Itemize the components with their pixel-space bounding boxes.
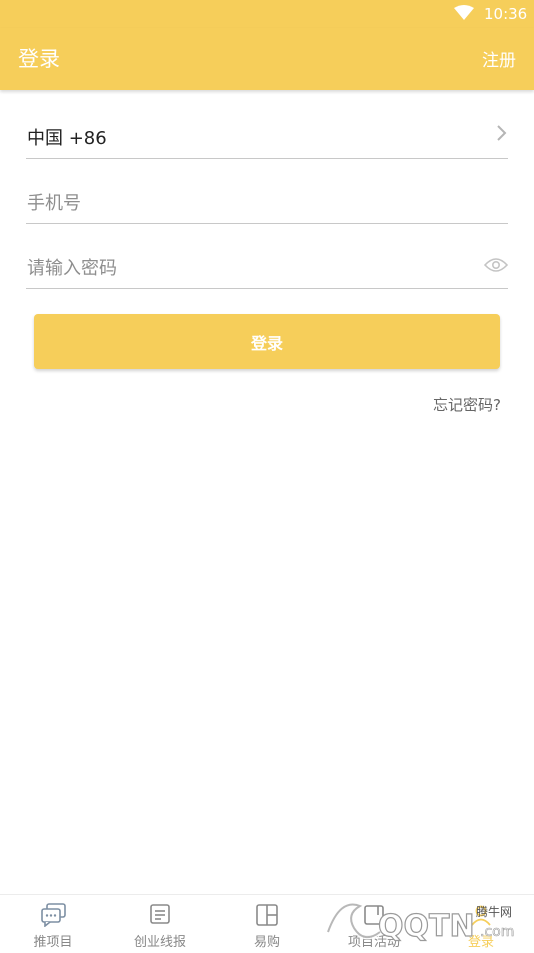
password-field[interactable]: 请输入密码 (26, 243, 509, 289)
svg-text:腾牛网: 腾牛网 (476, 904, 512, 919)
app-bar: 登录 注册 (0, 28, 534, 90)
grid-panel-icon (255, 903, 279, 927)
chat-bubbles-icon (41, 903, 66, 928)
page-title: 登录 (18, 47, 60, 71)
status-bar: 10:36 (0, 0, 534, 28)
tab-label: 创业线报 (133, 935, 186, 950)
svg-text:QQTN: QQTN (378, 909, 475, 944)
country-code-selector[interactable]: 中国 +86 (26, 113, 508, 159)
phone-field[interactable]: 手机号 (26, 178, 508, 224)
password-placeholder: 请输入密码 (27, 258, 117, 279)
tab-easy-buy[interactable]: 易购 (214, 895, 320, 950)
forgot-password-link[interactable]: 忘记密码? (433, 394, 501, 415)
wifi-icon (454, 5, 474, 25)
register-button[interactable]: 注册 (482, 46, 516, 71)
eye-icon[interactable] (483, 257, 509, 277)
tab-recommend-projects[interactable]: 推项目 (0, 895, 106, 950)
tab-label: 易购 (253, 935, 280, 950)
phone-placeholder: 手机号 (27, 193, 81, 214)
tab-startup-news[interactable]: 创业线报 (107, 895, 213, 950)
chevron-right-icon (496, 123, 508, 147)
svg-text:.com: .com (480, 924, 514, 940)
login-button[interactable]: 登录 (34, 314, 500, 369)
tab-label: 推项目 (33, 935, 73, 950)
document-icon (148, 903, 172, 927)
watermark: QQTN .com 腾牛网 (320, 892, 534, 949)
country-code-value: 中国 +86 (27, 128, 107, 149)
status-time: 10:36 (484, 5, 528, 23)
